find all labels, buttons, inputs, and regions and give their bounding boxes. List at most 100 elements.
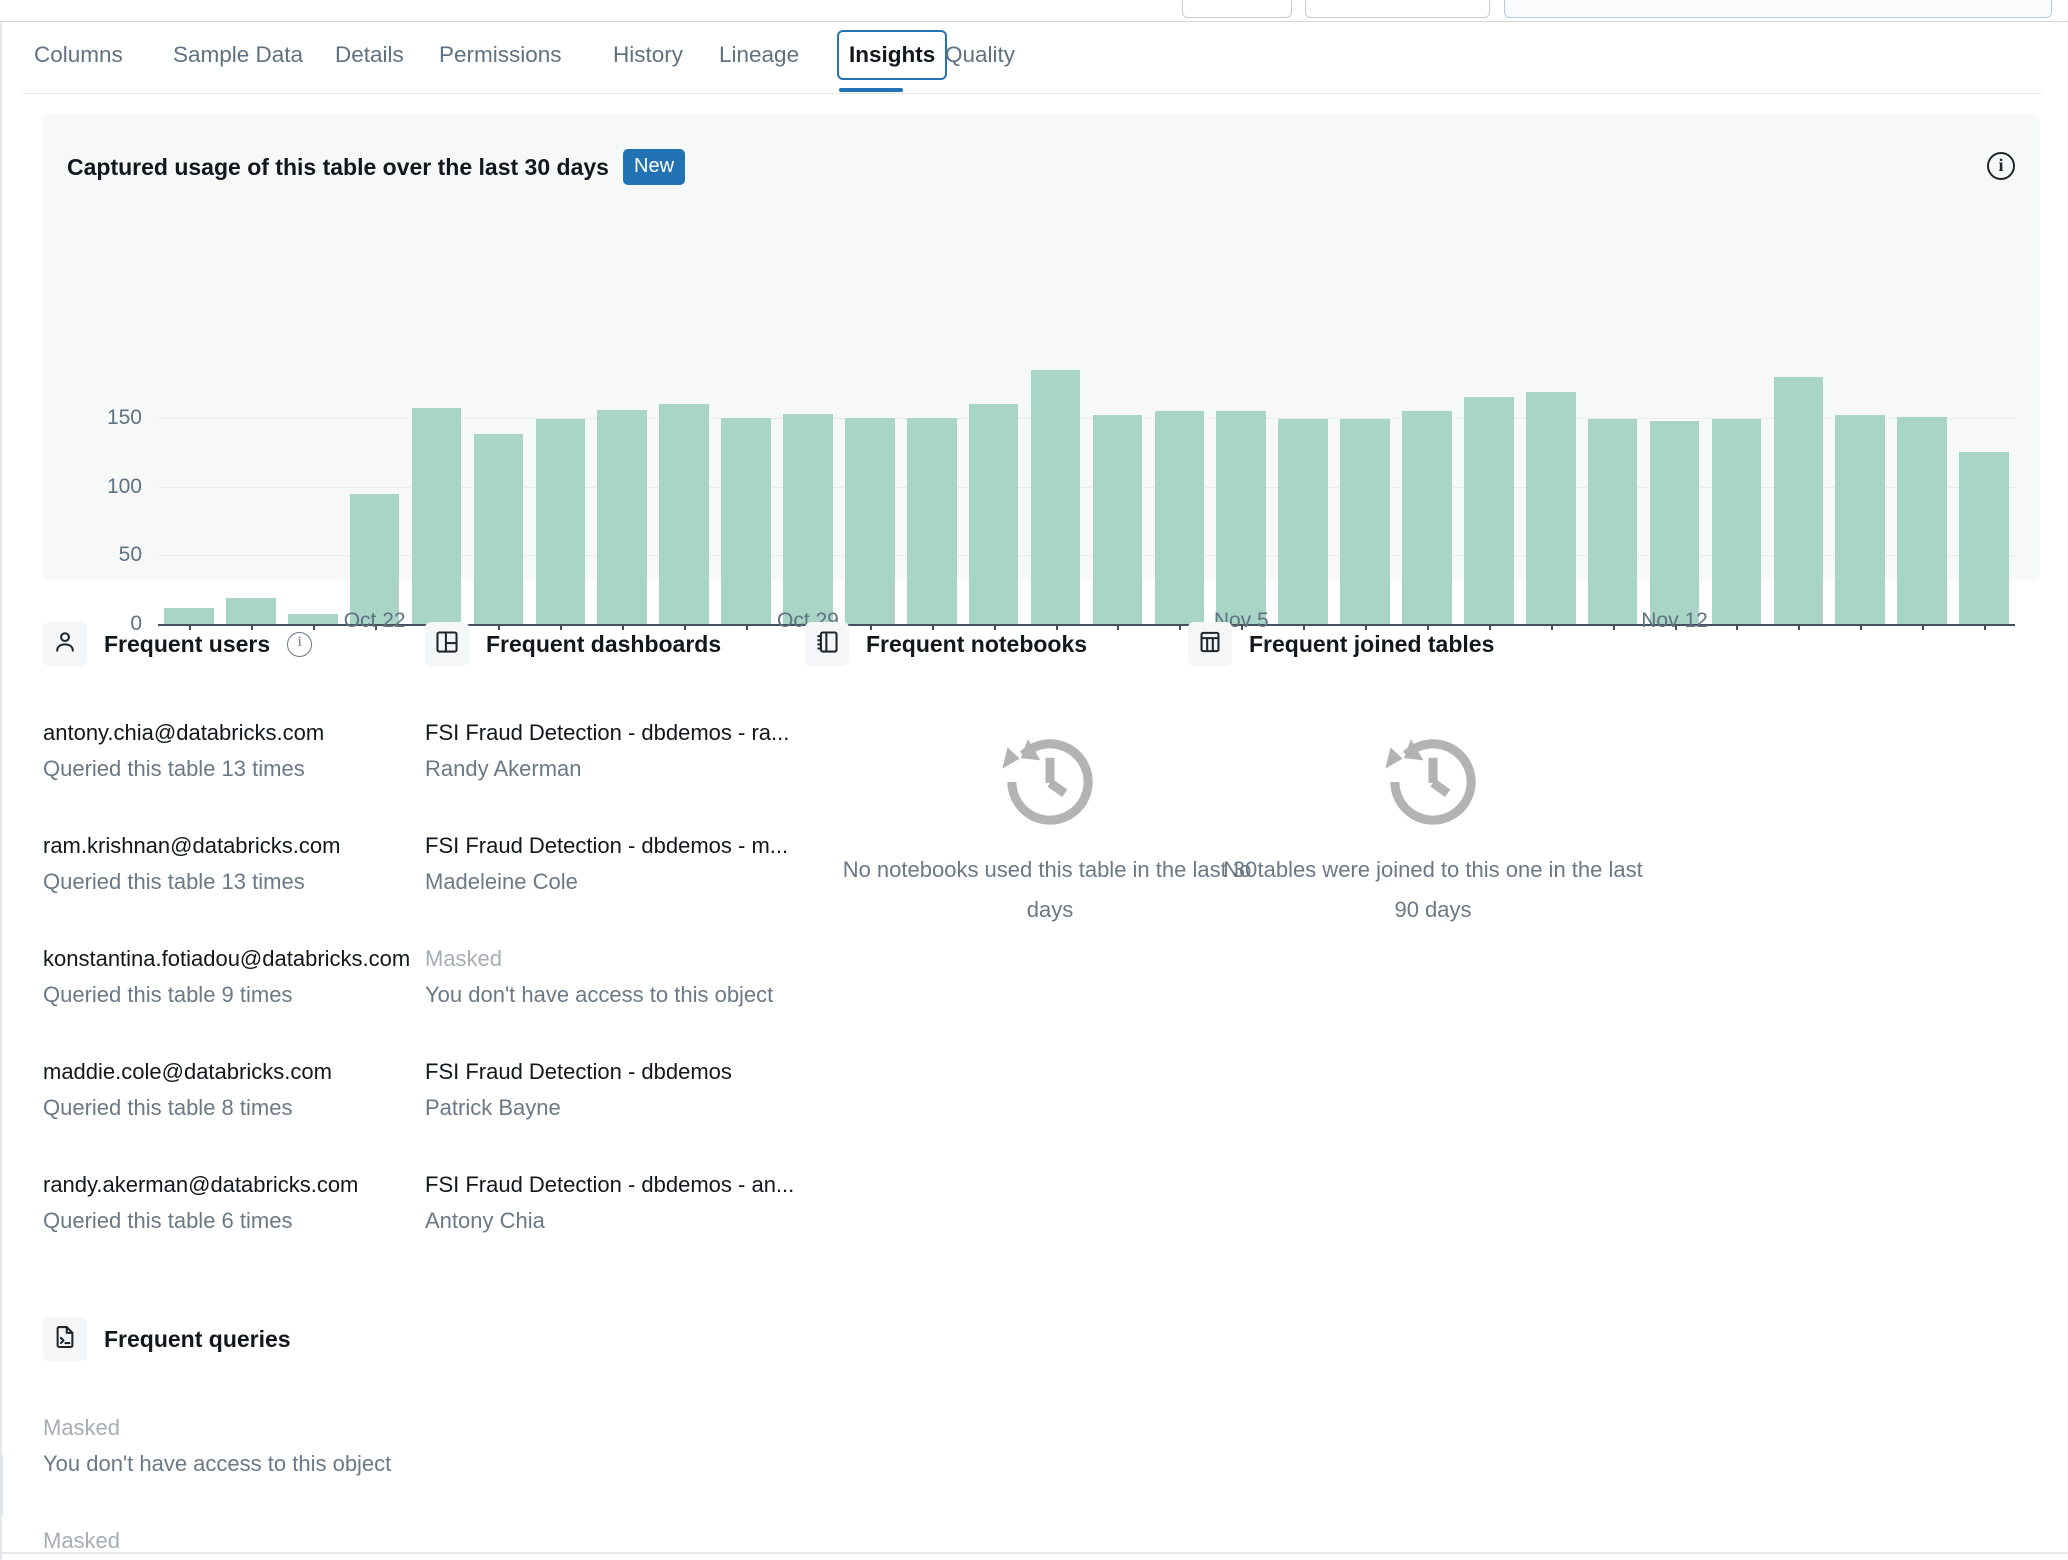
chart-bar[interactable]: [968, 404, 1019, 624]
query-file-icon-wrapper: [43, 1317, 87, 1361]
dashboard-icon: [434, 629, 460, 660]
list-item-secondary: Queried this table 8 times: [43, 1095, 293, 1120]
tab-lineage[interactable]: Lineage: [719, 40, 799, 70]
list-item-primary: FSI Fraud Detection - dbdemos - m...: [425, 833, 789, 858]
list-item[interactable]: maddie.cole@databricks.com Queried this t…: [43, 1057, 332, 1123]
info-circle-icon[interactable]: [1987, 152, 2015, 180]
section-title: Frequent users: [104, 630, 271, 657]
tab-bar-underline: [22, 93, 2042, 94]
chart-bar[interactable]: [1773, 376, 1824, 624]
chart-bar[interactable]: [845, 418, 895, 624]
search-field-stub[interactable]: [1504, 0, 2052, 18]
chart-bar[interactable]: [473, 434, 524, 624]
history-clock-icon: [998, 730, 1102, 839]
chart-bar[interactable]: [1402, 411, 1452, 624]
chart-bar[interactable]: [1587, 419, 1638, 624]
chart-bar[interactable]: [1711, 419, 1762, 624]
chart-bar[interactable]: [1464, 397, 1514, 624]
list-item-primary: antony.chia@databricks.com: [43, 720, 325, 745]
list-item-secondary: Randy Akerman: [425, 756, 582, 781]
chart-bar[interactable]: [1030, 369, 1081, 624]
tab-sample-data[interactable]: Sample Data: [173, 40, 303, 70]
list-item[interactable]: antony.chia@databricks.com Queried this t…: [43, 718, 324, 784]
query-file-icon: [52, 1324, 78, 1355]
chart-x-tick: [1550, 624, 1553, 630]
empty-state-frequent-joined-tables: No tables were joined to this one in the…: [1188, 718, 1678, 930]
active-tab-indicator: [839, 88, 903, 92]
tab-permissions[interactable]: Permissions: [439, 40, 562, 70]
chart-bar[interactable]: [1340, 419, 1390, 624]
chart-bar[interactable]: [597, 409, 647, 624]
chart-x-tick: [1798, 624, 1801, 630]
toolbar-button-stub-2[interactable]: [1305, 0, 1490, 18]
chart-bar[interactable]: [1092, 415, 1143, 624]
chart-bar[interactable]: [1959, 452, 2009, 624]
info-circle-icon[interactable]: [287, 631, 313, 657]
list-item-primary: randy.akerman@databricks.com: [43, 1172, 359, 1197]
chart-bar[interactable]: [1278, 419, 1328, 624]
section-header-frequent-queries: Frequent queries: [43, 1317, 291, 1361]
section-header-frequent-users: Frequent users: [43, 622, 313, 666]
list-item-primary: FSI Fraud Detection - dbdemos - ra...: [425, 720, 790, 745]
list-item[interactable]: ram.krishnan@databricks.com Queried this …: [43, 831, 340, 897]
empty-state-text: No tables were joined to this one in the…: [1223, 857, 1643, 922]
section-title: Frequent joined tables: [1249, 630, 1495, 657]
list-item-secondary: You don't have access to this object: [425, 982, 774, 1007]
tab-quality[interactable]: Quality: [945, 40, 1015, 70]
list-item-primary: konstantina.fotiadou@databricks.com: [43, 946, 411, 971]
usage-card: 0 50 100 150 Oct 22 Oct 29 Nov 5 Nov 12 Capture…: [43, 114, 2040, 634]
chart-x-tick: [1984, 624, 1987, 630]
chart-bar[interactable]: [535, 419, 586, 624]
list-item-primary: FSI Fraud Detection - dbdemos: [425, 1059, 732, 1084]
list-item-primary: Masked: [425, 946, 503, 971]
list-item-secondary: You don't have access to this object: [43, 1451, 392, 1476]
chart-bar[interactable]: [226, 597, 276, 624]
section-title: Frequent queries: [104, 1325, 291, 1352]
table-icon-wrapper: [1188, 622, 1232, 666]
tab-history[interactable]: History: [613, 40, 683, 70]
chart-bar[interactable]: [1154, 411, 1205, 624]
toolbar-button-stub-1[interactable]: [1182, 0, 1292, 18]
list-item[interactable]: FSI Fraud Detection - dbdemos Patrick Bay…: [425, 1057, 732, 1123]
list-item[interactable]: konstantina.fotiadou@databricks.com Queri…: [43, 944, 410, 1010]
list-item-secondary: Antony Chia: [425, 1208, 545, 1233]
notebook-icon: [814, 629, 840, 660]
list-item-primary: FSI Fraud Detection - dbdemos - an...: [425, 1172, 795, 1197]
list-item[interactable]: randy.akerman@databricks.com Queried this…: [43, 1170, 358, 1236]
top-toolbar-stub: [0, 0, 2068, 22]
chart-y-tick-label: 100: [106, 474, 142, 498]
section-header-frequent-dashboards: Frequent dashboards: [425, 622, 721, 666]
chart-bar[interactable]: [659, 404, 709, 624]
history-clock-icon: [1381, 730, 1485, 839]
chart-x-tick-label: Nov 12: [1641, 609, 1708, 632]
list-item[interactable]: Masked You don't have access to this obje…: [43, 1413, 391, 1479]
chart-bar[interactable]: [1649, 420, 1700, 624]
chart-bar[interactable]: [783, 413, 833, 624]
chart-y-tick-label: 50: [118, 543, 142, 567]
usage-bar-chart: 0 50 100 150 Oct 22 Oct 29 Nov 5 Nov 12: [43, 114, 2040, 634]
section-header-frequent-joined-tables: Frequent joined tables: [1188, 622, 1494, 666]
tab-details[interactable]: Details: [335, 40, 404, 70]
chart-bar[interactable]: [1897, 416, 1947, 624]
chart-bar[interactable]: [1216, 411, 1266, 624]
chart-bar[interactable]: [721, 418, 771, 624]
chart-bar[interactable]: [411, 408, 462, 624]
list-item[interactable]: FSI Fraud Detection - dbdemos - ra... Ran…: [425, 718, 789, 784]
list-item-secondary: Queried this table 13 times: [43, 756, 305, 781]
left-rail-divider-lower: [0, 1455, 3, 1515]
tab-columns[interactable]: Columns: [34, 40, 123, 70]
tab-insights[interactable]: Insights: [837, 30, 948, 80]
usage-card-title: Captured usage of this table over the la…: [67, 154, 609, 180]
list-item[interactable]: Masked You don't have access to this obje…: [425, 944, 773, 1010]
chart-bar[interactable]: [906, 418, 957, 624]
chart-bar[interactable]: [1835, 415, 1885, 624]
list-item[interactable]: FSI Fraud Detection - dbdemos - an... Ant…: [425, 1170, 794, 1236]
empty-state-icon-wrapper: [1188, 718, 1678, 850]
chart-bar[interactable]: [349, 493, 400, 624]
chart-bar[interactable]: [1525, 391, 1576, 624]
list-item-primary: ram.krishnan@databricks.com: [43, 833, 341, 858]
list-item[interactable]: FSI Fraud Detection - dbdemos - m... Made…: [425, 831, 788, 897]
list-item-primary: maddie.cole@databricks.com: [43, 1059, 332, 1084]
list-item-secondary: Queried this table 6 times: [43, 1208, 293, 1233]
tab-bar: Columns Sample Data Details Permissions Hist…: [22, 22, 2068, 94]
